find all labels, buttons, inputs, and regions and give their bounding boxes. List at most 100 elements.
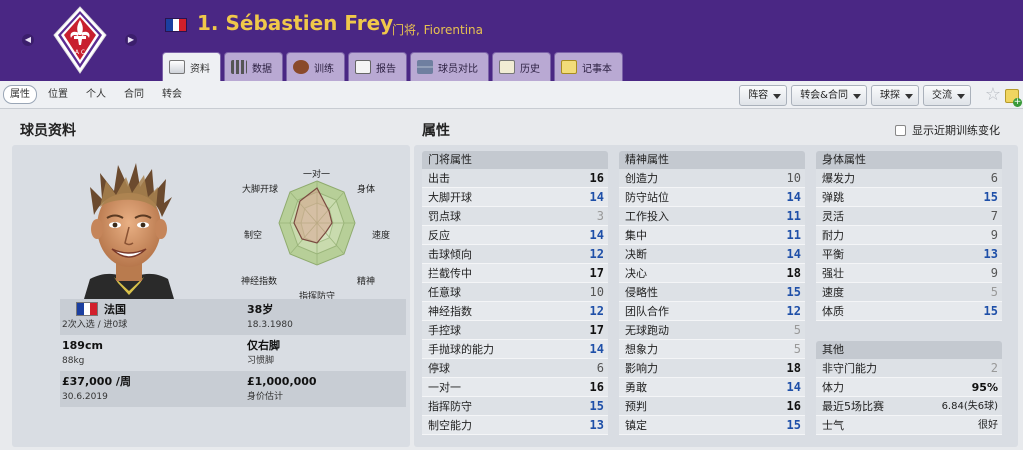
attribute-row[interactable]: 一对一 16 xyxy=(422,378,608,397)
attribute-name: 弹跳 xyxy=(822,191,844,204)
age-value: 38岁 xyxy=(247,303,274,316)
attribute-name: 停球 xyxy=(428,362,450,375)
attribute-row[interactable]: 耐力 9 xyxy=(816,226,1002,245)
attribute-value: 6.84(失6球) xyxy=(941,401,998,412)
attribute-row[interactable]: 体质 15 xyxy=(816,302,1002,321)
subtab-attributes[interactable]: 属性 xyxy=(3,85,37,104)
attribute-row[interactable]: 反应 14 xyxy=(422,226,608,245)
attribute-name: 平衡 xyxy=(822,248,844,261)
tab-notebook[interactable]: 记事本 xyxy=(554,52,623,81)
attribute-row[interactable]: 任意球 10 xyxy=(422,283,608,302)
attribute-value: 5 xyxy=(990,285,998,299)
subtab-personal[interactable]: 个人 xyxy=(79,85,113,104)
attribute-name: 想象力 xyxy=(625,343,658,356)
attribute-value: 17 xyxy=(589,323,604,337)
attribute-row[interactable]: 镇定 15 xyxy=(619,416,805,435)
attribute-value: 95% xyxy=(971,381,998,394)
attribute-row[interactable]: 影响力 18 xyxy=(619,359,805,378)
attribute-name: 士气 xyxy=(822,419,844,432)
notebook-icon xyxy=(561,60,577,74)
weight-value: 88kg xyxy=(62,356,85,366)
attribute-row[interactable]: 手控球 17 xyxy=(422,321,608,340)
attribute-row[interactable]: 罚点球 3 xyxy=(422,207,608,226)
attribute-row[interactable]: 团队合作 12 xyxy=(619,302,805,321)
subtab-contract[interactable]: 合同 xyxy=(117,85,151,104)
checkbox-icon[interactable] xyxy=(895,124,906,136)
radar-label-kicking: 大脚开球 xyxy=(242,185,279,195)
attribute-row[interactable]: 想象力 5 xyxy=(619,340,805,359)
training-icon xyxy=(293,60,309,74)
attribute-row[interactable]: 指挥防守 15 xyxy=(422,397,608,416)
attribute-row[interactable]: 集中 11 xyxy=(619,226,805,245)
attribute-row[interactable]: 决断 14 xyxy=(619,245,805,264)
attribute-row[interactable]: 爆发力 6 xyxy=(816,169,1002,188)
shortlist-star-icon[interactable]: ☆ xyxy=(985,85,1001,105)
tab-profile[interactable]: 资料 xyxy=(162,52,221,81)
club-crest-logo[interactable]: A C xyxy=(52,5,108,75)
attribute-row[interactable]: 神经指数 12 xyxy=(422,302,608,321)
market-value-label: 身价估计 xyxy=(247,392,284,402)
attribute-row[interactable]: 灵活 7 xyxy=(816,207,1002,226)
attribute-row[interactable]: 强壮 9 xyxy=(816,264,1002,283)
attribute-name: 无球跑动 xyxy=(625,324,669,337)
tab-history[interactable]: 历史 xyxy=(492,52,551,81)
add-note-icon[interactable] xyxy=(1005,89,1022,107)
attribute-row[interactable]: 工作投入 11 xyxy=(619,207,805,226)
attribute-value: 15 xyxy=(786,418,801,432)
chevron-down-icon xyxy=(957,94,965,99)
height-value: 189cm xyxy=(62,339,103,352)
attribute-value: 16 xyxy=(589,380,604,394)
attribute-value: 15 xyxy=(983,190,998,204)
attribute-value: 5 xyxy=(793,323,801,337)
attribute-row[interactable]: 勇敢 14 xyxy=(619,378,805,397)
attribute-row[interactable]: 制空能力 13 xyxy=(422,416,608,435)
attribute-row[interactable]: 体力 95% xyxy=(816,378,1002,397)
attribute-row[interactable]: 大脚开球 14 xyxy=(422,188,608,207)
sub-toolbar: 属性 位置 个人 合同 转会 阵容 转会&合同 球探 交流 ☆ xyxy=(0,81,1023,109)
tab-report[interactable]: 报告 xyxy=(348,52,407,81)
report-icon xyxy=(355,60,371,74)
wage-value: £37,000 /周 xyxy=(62,375,131,388)
attribute-row[interactable]: 速度 5 xyxy=(816,283,1002,302)
flag-white xyxy=(172,19,180,31)
attribute-value: 12 xyxy=(589,304,604,318)
tab-compare[interactable]: 球员对比 xyxy=(410,52,489,81)
attribute-value: 16 xyxy=(589,171,604,185)
attribute-row[interactable]: 侵略性 15 xyxy=(619,283,805,302)
transfer-contract-dropdown[interactable]: 转会&合同 xyxy=(791,85,867,106)
attribute-row[interactable]: 出击 16 xyxy=(422,169,608,188)
previous-arrow-icon[interactable]: ◀ xyxy=(22,34,34,46)
attribute-row[interactable]: 平衡 13 xyxy=(816,245,1002,264)
attribute-value: 11 xyxy=(786,209,801,223)
attribute-value: 13 xyxy=(589,418,604,432)
attribute-row[interactable]: 无球跑动 5 xyxy=(619,321,805,340)
nationality-value[interactable]: 法国 xyxy=(104,303,126,316)
attribute-row[interactable]: 停球 6 xyxy=(422,359,608,378)
attribute-row[interactable]: 非守门能力 2 xyxy=(816,359,1002,378)
attribute-row[interactable]: 弹跳 15 xyxy=(816,188,1002,207)
attribute-value: 15 xyxy=(786,285,801,299)
show-training-changes-toggle[interactable]: 显示近期训练变化 xyxy=(895,122,1000,138)
attribute-row[interactable]: 拦截传中 17 xyxy=(422,264,608,283)
subtab-transfer[interactable]: 转会 xyxy=(155,85,189,104)
tab-training[interactable]: 训练 xyxy=(286,52,345,81)
attribute-row[interactable]: 防守站位 14 xyxy=(619,188,805,207)
next-arrow-icon[interactable]: ▶ xyxy=(125,34,137,46)
mental-header: 精神属性 xyxy=(619,151,805,169)
interaction-dropdown[interactable]: 交流 xyxy=(923,85,971,106)
attribute-row[interactable]: 手抛球的能力 14 xyxy=(422,340,608,359)
attribute-name: 速度 xyxy=(822,286,844,299)
subtab-positions[interactable]: 位置 xyxy=(41,85,75,104)
radar-label-aerial: 制空 xyxy=(244,231,263,241)
tab-stats[interactable]: 数据 xyxy=(224,52,283,81)
attribute-row[interactable]: 最近5场比赛 6.84(失6球) xyxy=(816,397,1002,416)
attribute-row[interactable]: 击球倾向 12 xyxy=(422,245,608,264)
attribute-row[interactable]: 决心 18 xyxy=(619,264,805,283)
info-row-wage-value: £37,000 /周 30.6.2019 £1,000,000 身价估计 xyxy=(60,371,406,407)
attribute-row[interactable]: 预判 16 xyxy=(619,397,805,416)
scouting-dropdown[interactable]: 球探 xyxy=(871,85,919,106)
attribute-row[interactable]: 士气 很好 xyxy=(816,416,1002,435)
squad-dropdown[interactable]: 阵容 xyxy=(739,85,788,106)
attribute-row[interactable]: 创造力 10 xyxy=(619,169,805,188)
attribute-value: 6 xyxy=(990,171,998,185)
